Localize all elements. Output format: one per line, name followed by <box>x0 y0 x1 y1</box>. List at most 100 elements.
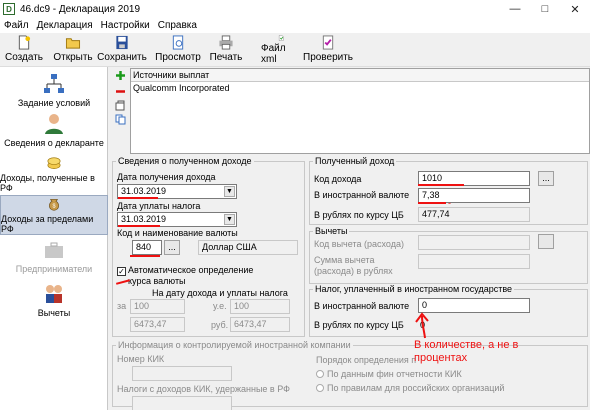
sidebar-item-income-abroad[interactable]: $ Доходы за пределами РФ <box>0 195 108 235</box>
remove-icon[interactable] <box>115 86 126 97</box>
red-underline <box>418 202 446 204</box>
checklist-icon <box>322 35 334 50</box>
open-folder-icon <box>65 38 81 49</box>
rub-cb-label: В рублях по курсу ЦБ <box>314 210 404 220</box>
received-income-group-label: Полученный доход <box>313 156 397 166</box>
edit-icon[interactable] <box>115 100 126 111</box>
briefcase-icon <box>45 242 63 258</box>
money-bag-icon: $ <box>49 199 59 211</box>
rub-label: руб. <box>211 320 229 330</box>
maximize-button[interactable]: □ <box>530 0 560 18</box>
toolbar: Создать Открыть Сохранить Просмотр Печат… <box>0 33 590 67</box>
menu-bar: Файл Декларация Настройки Справка <box>0 18 590 33</box>
red-underline <box>118 197 158 199</box>
income-info-group-label: Сведения о полученном доходе <box>116 156 254 166</box>
auto-rate-label: Автоматическое определение курса валюты <box>128 265 254 286</box>
chevron-down-icon[interactable]: ▼ <box>224 186 235 197</box>
svg-text:$: $ <box>52 204 55 210</box>
units-field-1: 100 <box>130 299 185 314</box>
income-code-select-button[interactable]: ... <box>538 171 554 186</box>
person-icon <box>45 114 63 134</box>
copy-icon[interactable] <box>115 114 126 125</box>
kik-order-label: Порядок определения п <box>316 355 417 365</box>
tax-foreign-label: В иностранной валюте <box>314 301 410 311</box>
app-icon: D <box>3 3 15 15</box>
sidebar-item-deductions[interactable]: Вычеты <box>0 283 108 321</box>
sidebar-item-income-rf[interactable]: Доходы, полученные в РФ <box>0 155 108 193</box>
menu-settings[interactable]: Настройки <box>97 20 154 31</box>
payment-sources-list[interactable]: Источники выплат Qualcomm Incorporated <box>130 68 590 154</box>
kik-tax-field <box>132 396 232 410</box>
sidebar: Задание условий Сведения о декларанте До… <box>0 67 108 410</box>
for-label: за <box>117 301 127 311</box>
red-dash-mark: - <box>448 198 451 208</box>
currency-name-field: Доллар США <box>198 240 298 255</box>
list-item[interactable]: Qualcomm Incorporated <box>131 82 589 94</box>
preview-icon <box>172 35 184 50</box>
date-income-label: Дата получения дохода <box>117 172 216 182</box>
annotation-text: В количестве, а не в процентах <box>414 339 519 364</box>
chevron-down-icon[interactable]: ▼ <box>224 214 235 225</box>
xml-file-icon <box>278 35 284 41</box>
people-icon <box>46 285 62 303</box>
minimize-button[interactable]: — <box>500 0 530 18</box>
units-field-2: 100 <box>230 299 290 314</box>
preview-button[interactable]: Просмотр <box>155 35 201 65</box>
deduction-sum-field <box>418 254 530 269</box>
currency-code-field[interactable]: 840 <box>132 240 162 255</box>
xml-file-button[interactable]: Файл xml <box>261 35 301 65</box>
red-arrow-icon <box>415 312 429 339</box>
deduction-code-select-button <box>538 234 554 249</box>
ue-label: у.е. <box>213 301 227 311</box>
create-button[interactable]: Создать <box>5 35 43 65</box>
foreign-currency-label: В иностранной валюте <box>314 190 410 200</box>
currency-select-button[interactable]: ... <box>164 240 180 255</box>
kik-number-label: Номер КИК <box>117 354 165 364</box>
menu-declaration[interactable]: Декларация <box>33 20 97 31</box>
kik-option-2-label: По правилам для российских организаций <box>327 383 505 393</box>
kik-group-label: Информация о контролируемой иностранной … <box>116 340 353 350</box>
open-button[interactable]: Открыть <box>53 35 93 65</box>
currency-label: Код и наименование валюты <box>117 228 238 238</box>
list-header: Источники выплат <box>131 69 589 82</box>
deduction-code-field <box>418 235 530 250</box>
kik-tax-label: Налоги с доходов КИК, удержанные в РФ <box>117 384 290 394</box>
rub-field-2: 6473,47 <box>230 317 290 332</box>
tax-rub-label: В рублях по курсу ЦБ <box>314 320 404 330</box>
menu-file[interactable]: Файл <box>0 20 33 31</box>
rub-field-1: 6473,47 <box>130 317 185 332</box>
tax-paid-group-label: Налог, уплаченный в иностранном государс… <box>313 284 515 294</box>
income-code-label: Код дохода <box>314 174 362 184</box>
sidebar-item-conditions[interactable]: Задание условий <box>0 73 108 113</box>
deduction-group-label: Вычеты <box>313 226 350 236</box>
rub-cb-field: 477,74 <box>418 207 530 222</box>
network-tree-icon <box>44 74 64 93</box>
save-button[interactable]: Сохранить <box>97 35 147 65</box>
kik-option-1-radio <box>316 370 324 378</box>
menu-help[interactable]: Справка <box>154 20 201 31</box>
red-underline <box>118 225 160 227</box>
add-icon[interactable] <box>115 70 126 81</box>
print-button[interactable]: Печать <box>208 35 244 65</box>
coins-icon <box>47 157 61 169</box>
kik-option-1-label: По данным фин отчетности КИК <box>327 369 462 379</box>
deduction-sum-label: Сумма вычета (расхода) в рублях <box>314 255 393 276</box>
rate-date-label: На дату дохода и уплаты налога <box>152 288 288 298</box>
title-bar: D 46.dc9 - Декларация 2019 — □ ✕ <box>0 0 590 18</box>
check-button[interactable]: Проверить <box>303 35 353 65</box>
new-document-icon <box>18 35 31 50</box>
sidebar-item-declarant[interactable]: Сведения о декларанте <box>0 113 108 153</box>
auto-rate-checkbox[interactable]: ✓ <box>117 267 126 276</box>
close-button[interactable]: ✕ <box>560 0 590 18</box>
foreign-currency-field[interactable]: 7,38 <box>418 188 530 203</box>
deduction-code-label: Код вычета (расхода) <box>314 239 404 249</box>
printer-icon <box>219 35 233 50</box>
floppy-disk-icon <box>116 35 128 50</box>
window-title: 46.dc9 - Декларация 2019 <box>20 3 141 15</box>
date-tax-label: Дата уплаты налога <box>117 201 201 211</box>
red-underline <box>130 255 160 257</box>
red-underline <box>418 184 464 186</box>
kik-number-field <box>132 366 232 381</box>
kik-option-2-radio <box>316 384 324 392</box>
sidebar-item-entrepreneurs[interactable]: Предприниматели <box>0 239 108 277</box>
